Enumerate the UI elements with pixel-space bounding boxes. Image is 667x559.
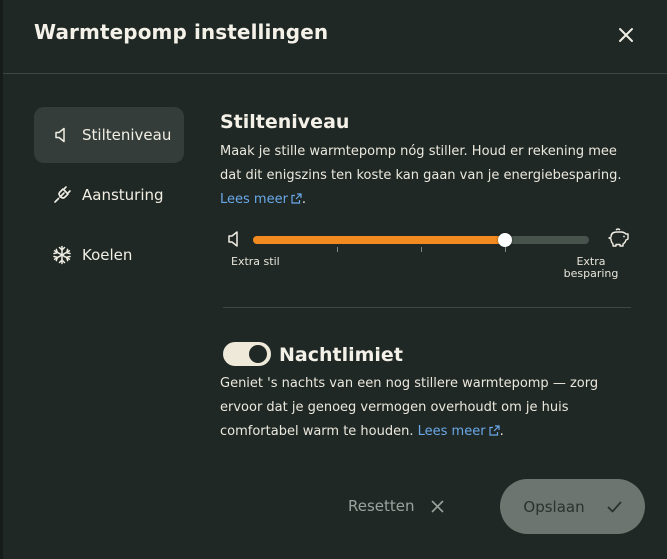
sidebar-item-koelen[interactable]: Koelen xyxy=(34,227,184,283)
save-button[interactable]: Opslaan xyxy=(500,479,645,534)
settings-dialog: Warmtepomp instellingen Stilteniveau Aan… xyxy=(3,0,667,559)
description-line: comfortabel warm te houden. xyxy=(220,424,414,439)
slider-track[interactable] xyxy=(253,233,589,247)
plug-icon xyxy=(51,184,73,206)
slider-label-min: Extra stil xyxy=(231,255,280,268)
slider-fill xyxy=(253,236,505,244)
section-heading-stilteniveau: Stilteniveau xyxy=(220,111,350,133)
dialog-header: Warmtepomp instellingen xyxy=(3,0,667,74)
read-more-label: Lees meer xyxy=(417,424,486,439)
external-link-icon xyxy=(488,425,500,436)
nachtlimiet-description: Geniet 's nachts van een nog stillere wa… xyxy=(220,372,640,444)
piggy-bank-icon xyxy=(608,228,629,247)
slider-handle[interactable] xyxy=(498,233,512,247)
read-more-label: Lees meer xyxy=(220,192,288,207)
dialog-title: Warmtepomp instellingen xyxy=(34,20,329,44)
checkmark-icon xyxy=(607,501,621,512)
close-icon xyxy=(431,500,443,512)
read-more-link[interactable]: Lees meer xyxy=(418,424,500,439)
stilteniveau-description: Maak je stille warmtepomp nóg stiller. H… xyxy=(220,140,640,212)
speaker-icon xyxy=(51,124,73,146)
read-more-row: comfortabel warm te houden. Lees meer. xyxy=(220,420,640,444)
close-icon xyxy=(619,28,633,42)
toggle-knob xyxy=(249,345,267,363)
external-link-icon xyxy=(291,193,302,204)
slider-tick xyxy=(505,247,506,252)
section-heading-nachtlimiet: Nachtlimiet xyxy=(279,344,403,366)
sidebar-item-stilteniveau[interactable]: Stilteniveau xyxy=(34,107,184,163)
sidebar-item-label: Stilteniveau xyxy=(82,126,172,144)
slider-tick xyxy=(337,247,338,252)
read-more-suffix: . xyxy=(499,424,504,439)
speaker-quiet-icon xyxy=(228,231,238,247)
read-more-row: Lees meer. xyxy=(220,188,640,212)
snowflake-icon xyxy=(51,244,73,266)
sidebar-item-label: Aansturing xyxy=(82,186,164,204)
description-line: dat dit enigszins ten koste kan gaan van… xyxy=(220,168,622,183)
reset-button-label: Resetten xyxy=(348,497,415,515)
description-line: ervoor dat je genoeg vermogen overhoudt … xyxy=(220,400,569,415)
sidebar-item-aansturing[interactable]: Aansturing xyxy=(34,167,184,223)
slider-tick xyxy=(421,247,422,252)
night-limit-toggle[interactable] xyxy=(223,342,271,366)
close-button[interactable] xyxy=(613,22,639,48)
description-line: Maak je stille warmtepomp nóg stiller. H… xyxy=(220,144,617,159)
description-line: Geniet 's nachts van een nog stillere wa… xyxy=(220,376,599,391)
section-divider xyxy=(223,307,631,308)
sidebar-item-label: Koelen xyxy=(82,246,133,264)
read-more-suffix: . xyxy=(301,192,307,207)
slider-label-max-line: besparing xyxy=(563,267,619,280)
save-button-label: Opslaan xyxy=(523,497,585,516)
reset-button[interactable]: Resetten xyxy=(348,488,444,524)
silence-level-slider[interactable]: Extra stil Extra besparing xyxy=(221,226,631,286)
slider-label-max: Extra besparing xyxy=(559,256,623,280)
read-more-link[interactable]: Lees meer xyxy=(220,192,302,207)
